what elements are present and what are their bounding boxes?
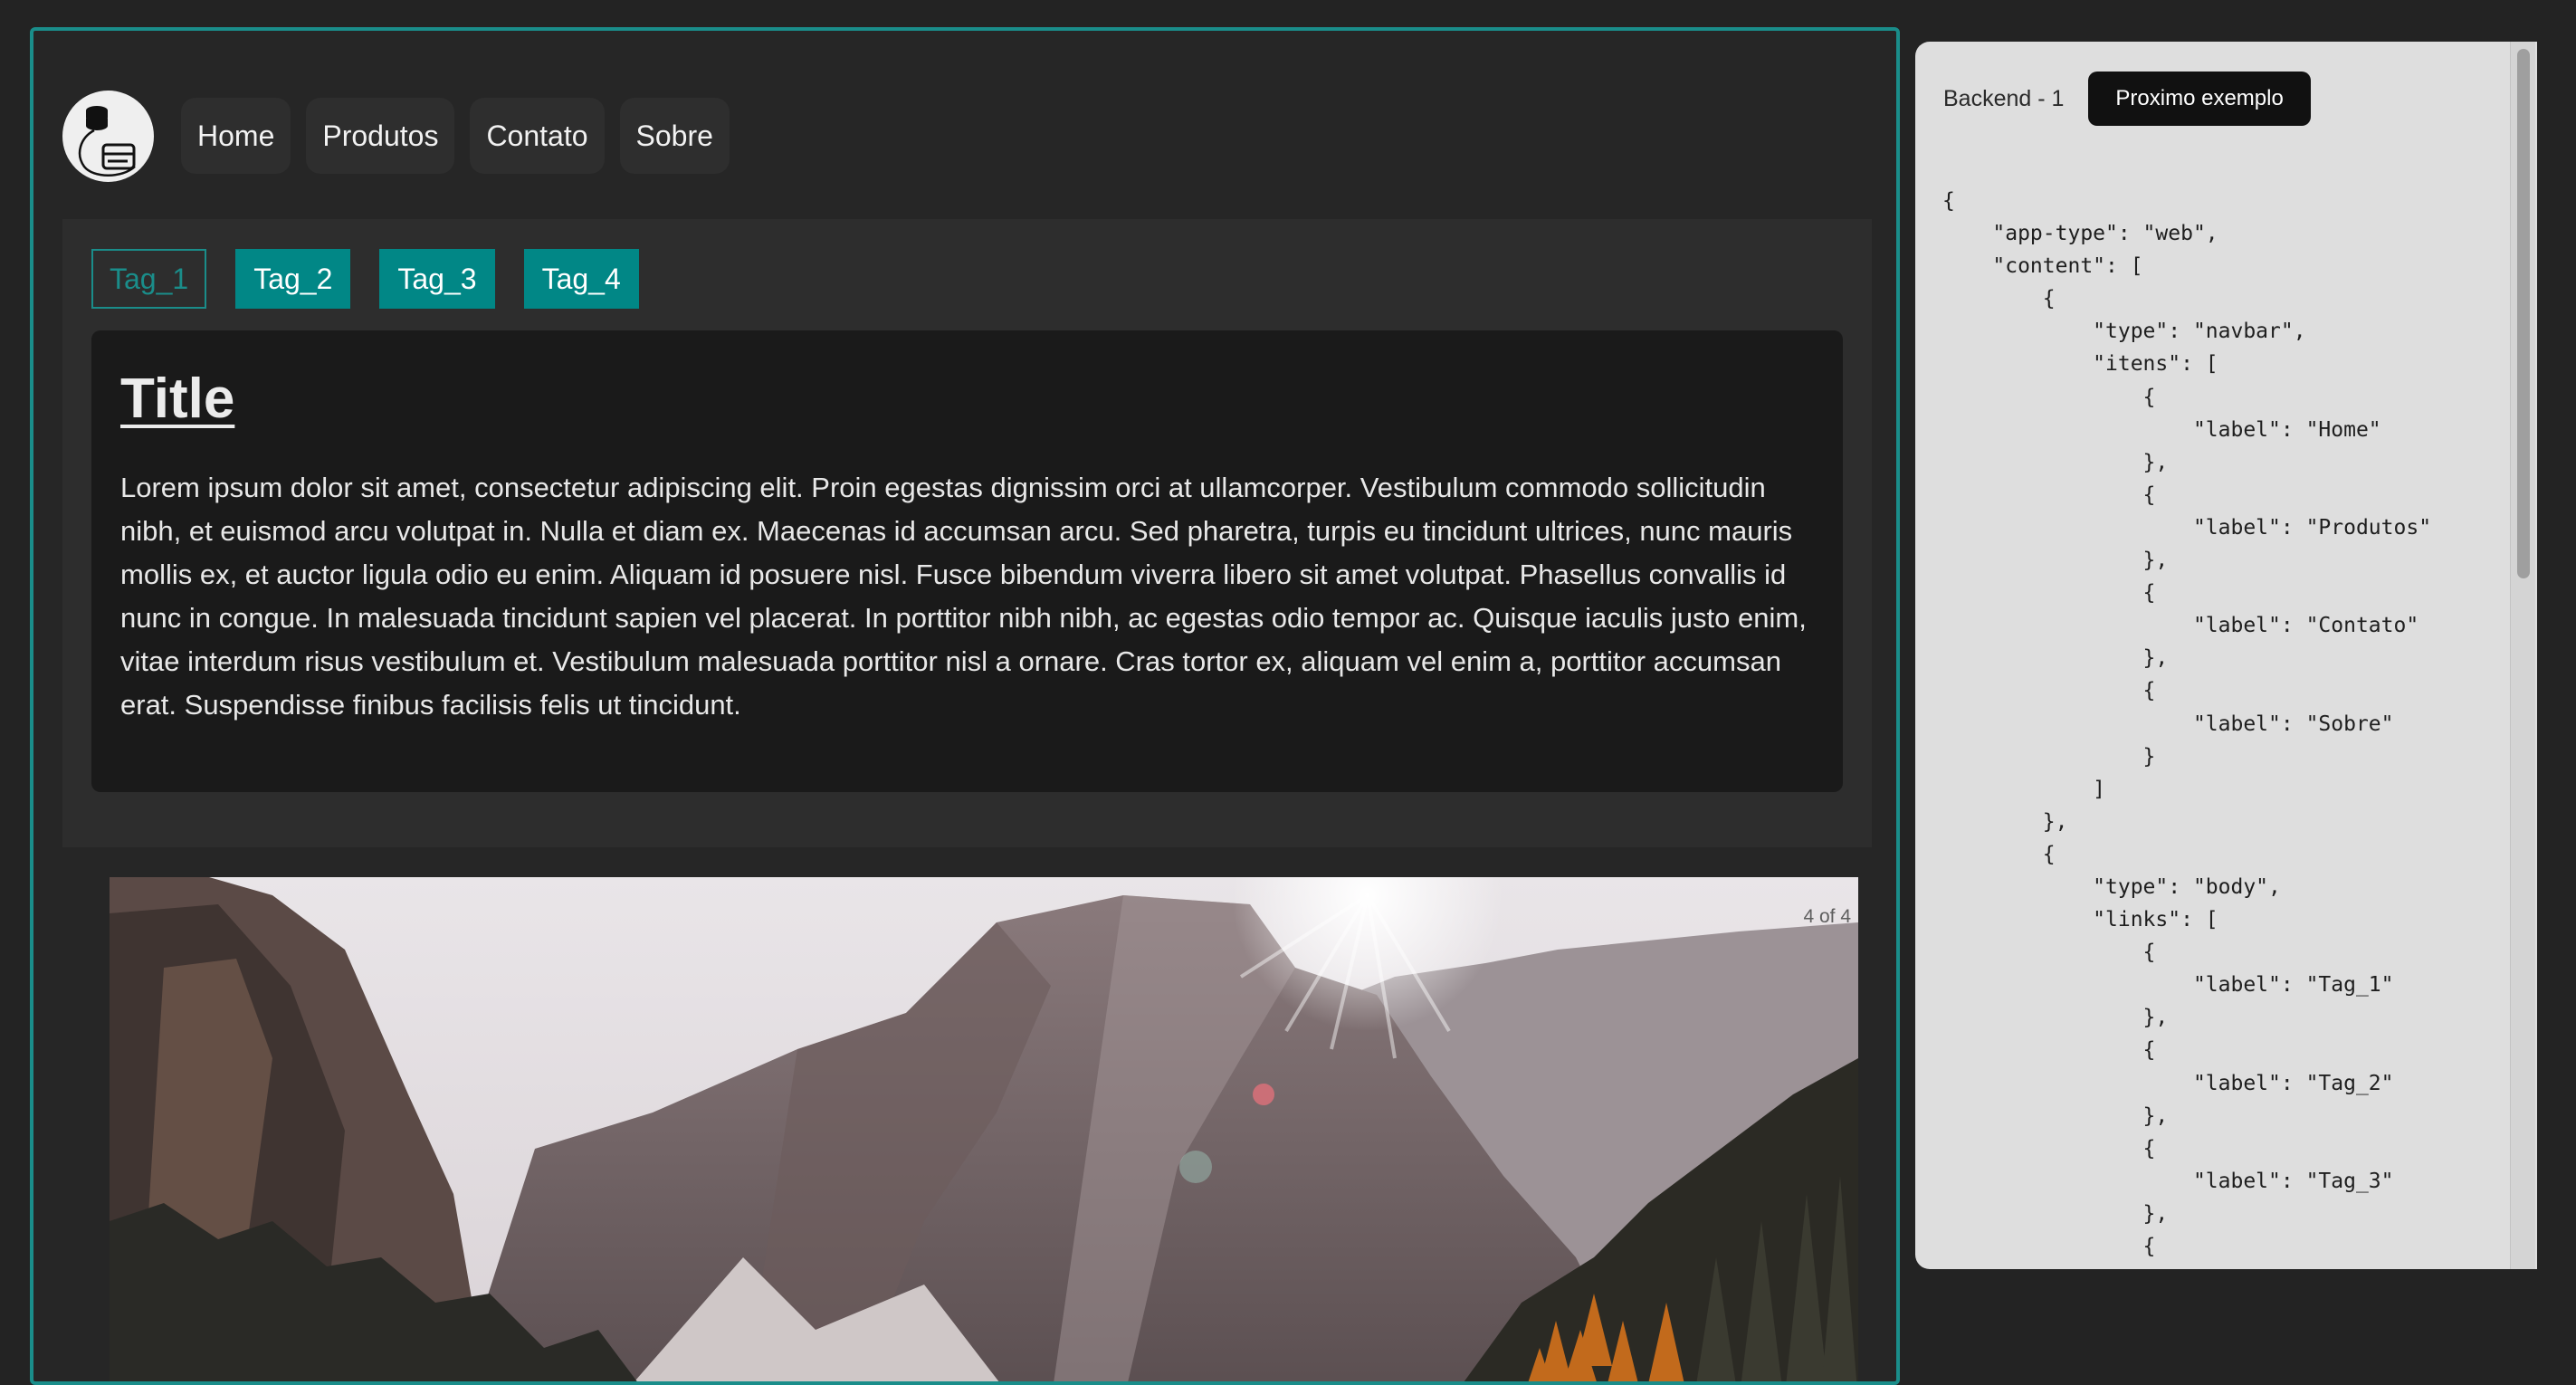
app-preview-frame: Home Produtos Contato Sobre Tag_1 Tag_2 …	[30, 27, 1900, 1385]
code-panel-header: Backend - 1 Proximo exemplo	[1943, 72, 2311, 126]
nav-item-sobre[interactable]: Sobre	[619, 98, 730, 174]
tag-1[interactable]: Tag_1	[91, 249, 207, 309]
nav-item-home[interactable]: Home	[181, 98, 291, 174]
content-card: Title Lorem ipsum dolor sit amet, consec…	[91, 330, 1843, 792]
json-code-block: { "app-type": "web", "content": [ { "typ…	[1942, 189, 2432, 1269]
scrollbar-thumb[interactable]	[2517, 49, 2530, 578]
tag-4[interactable]: Tag_4	[523, 249, 639, 309]
backend-code-panel: Backend - 1 Proximo exemplo { "app-type"…	[1915, 42, 2537, 1269]
navbar: Home Produtos Contato Sobre	[62, 89, 745, 183]
tag-list: Tag_1 Tag_2 Tag_3 Tag_4	[91, 249, 668, 309]
database-window-icon[interactable]	[62, 90, 154, 182]
nav-item-produtos[interactable]: Produtos	[306, 98, 455, 174]
carousel-counter: 4 of 4	[1803, 906, 1851, 927]
tag-2[interactable]: Tag_2	[235, 249, 351, 309]
backend-label: Backend - 1	[1943, 85, 2065, 111]
card-title: Title	[120, 368, 235, 430]
next-example-button[interactable]: Proximo exemplo	[2088, 72, 2311, 126]
content-panel: Tag_1 Tag_2 Tag_3 Tag_4 Title Lorem ipsu…	[62, 219, 1872, 847]
image-carousel[interactable]: 4 of 4	[110, 877, 1858, 1381]
card-body: Lorem ipsum dolor sit amet, consectetur …	[120, 472, 1807, 721]
tag-3[interactable]: Tag_3	[379, 249, 495, 309]
nav-item-contato[interactable]: Contato	[470, 98, 605, 174]
code-panel-scrollbar[interactable]	[2510, 42, 2535, 1269]
mountain-landscape-photo	[110, 877, 1858, 1381]
